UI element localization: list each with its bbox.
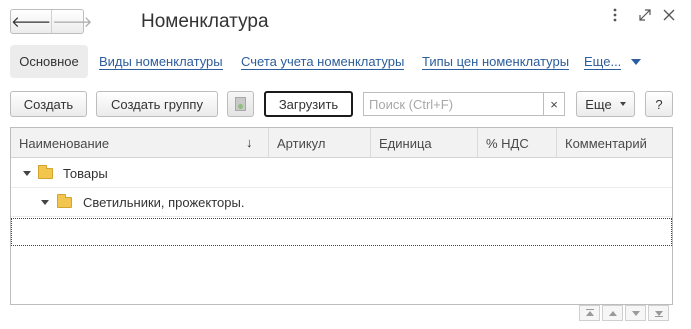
nomenclature-table: Наименование ↓ Артикул Единица % НДС Ком…	[10, 127, 673, 305]
scroll-top-icon[interactable]	[579, 305, 600, 321]
scroll-bottom-icon[interactable]	[648, 305, 669, 321]
arrow-right-icon: 🡒	[52, 14, 93, 31]
column-header-vat[interactable]: % НДС	[478, 128, 557, 158]
back-button[interactable]: 🡐	[11, 10, 53, 33]
caret-down-icon	[619, 102, 626, 106]
scroll-down-icon[interactable]	[625, 305, 646, 321]
create-button[interactable]: Создать	[10, 91, 87, 117]
arrow-left-icon: 🡐	[11, 14, 52, 31]
forward-button[interactable]: 🡒	[52, 10, 92, 33]
document-icon	[235, 97, 246, 111]
create-group-button[interactable]: Создать группу	[96, 91, 218, 117]
tab-more[interactable]: Еще...	[584, 55, 622, 70]
more-vertical-icon[interactable]	[613, 8, 617, 25]
page-title: Номенклатура	[141, 11, 269, 32]
more-button-label: Еще	[585, 96, 612, 112]
chevron-down-icon[interactable]	[631, 59, 641, 65]
table-row[interactable]: Светильники, прожекторы.	[11, 188, 672, 217]
clear-search-button[interactable]: ×	[543, 93, 564, 115]
help-button[interactable]: ?	[645, 91, 673, 117]
column-header-unit[interactable]: Единица	[371, 128, 478, 158]
sort-arrow-icon: ↓	[246, 135, 253, 150]
table-row[interactable]: Товары	[11, 159, 672, 188]
column-header-name[interactable]: Наименование	[11, 128, 269, 158]
tab-nomenclature-types[interactable]: Виды номенклатуры	[99, 55, 223, 70]
search-input[interactable]	[364, 93, 544, 115]
folder-icon	[38, 165, 53, 179]
tab-price-types[interactable]: Типы цен номенклатуры	[422, 55, 570, 70]
scroll-up-icon[interactable]	[602, 305, 623, 321]
search-field: ×	[363, 92, 565, 116]
column-header-article[interactable]: Артикул	[269, 128, 371, 158]
close-icon[interactable]	[663, 9, 675, 24]
table-header: Наименование ↓ Артикул Единица % НДС Ком…	[11, 128, 672, 158]
folder-icon	[57, 194, 72, 208]
tab-accounting-accounts[interactable]: Счета учета номенклатуры	[241, 55, 405, 70]
tab-main[interactable]: Основное	[10, 45, 88, 78]
expand-caret-icon[interactable]	[23, 171, 31, 176]
expand-caret-icon[interactable]	[41, 200, 49, 205]
row-label: Товары	[63, 166, 108, 181]
copy-button[interactable]	[227, 91, 254, 117]
more-button[interactable]: Еще	[576, 91, 635, 117]
nav-group: 🡐 🡒	[10, 9, 92, 34]
row-label: Светильники, прожекторы.	[83, 195, 245, 210]
table-row-selected[interactable]	[11, 218, 672, 246]
resize-icon[interactable]	[639, 9, 651, 24]
load-button[interactable]: Загрузить	[264, 91, 353, 117]
column-header-comment[interactable]: Комментарий	[557, 128, 672, 158]
